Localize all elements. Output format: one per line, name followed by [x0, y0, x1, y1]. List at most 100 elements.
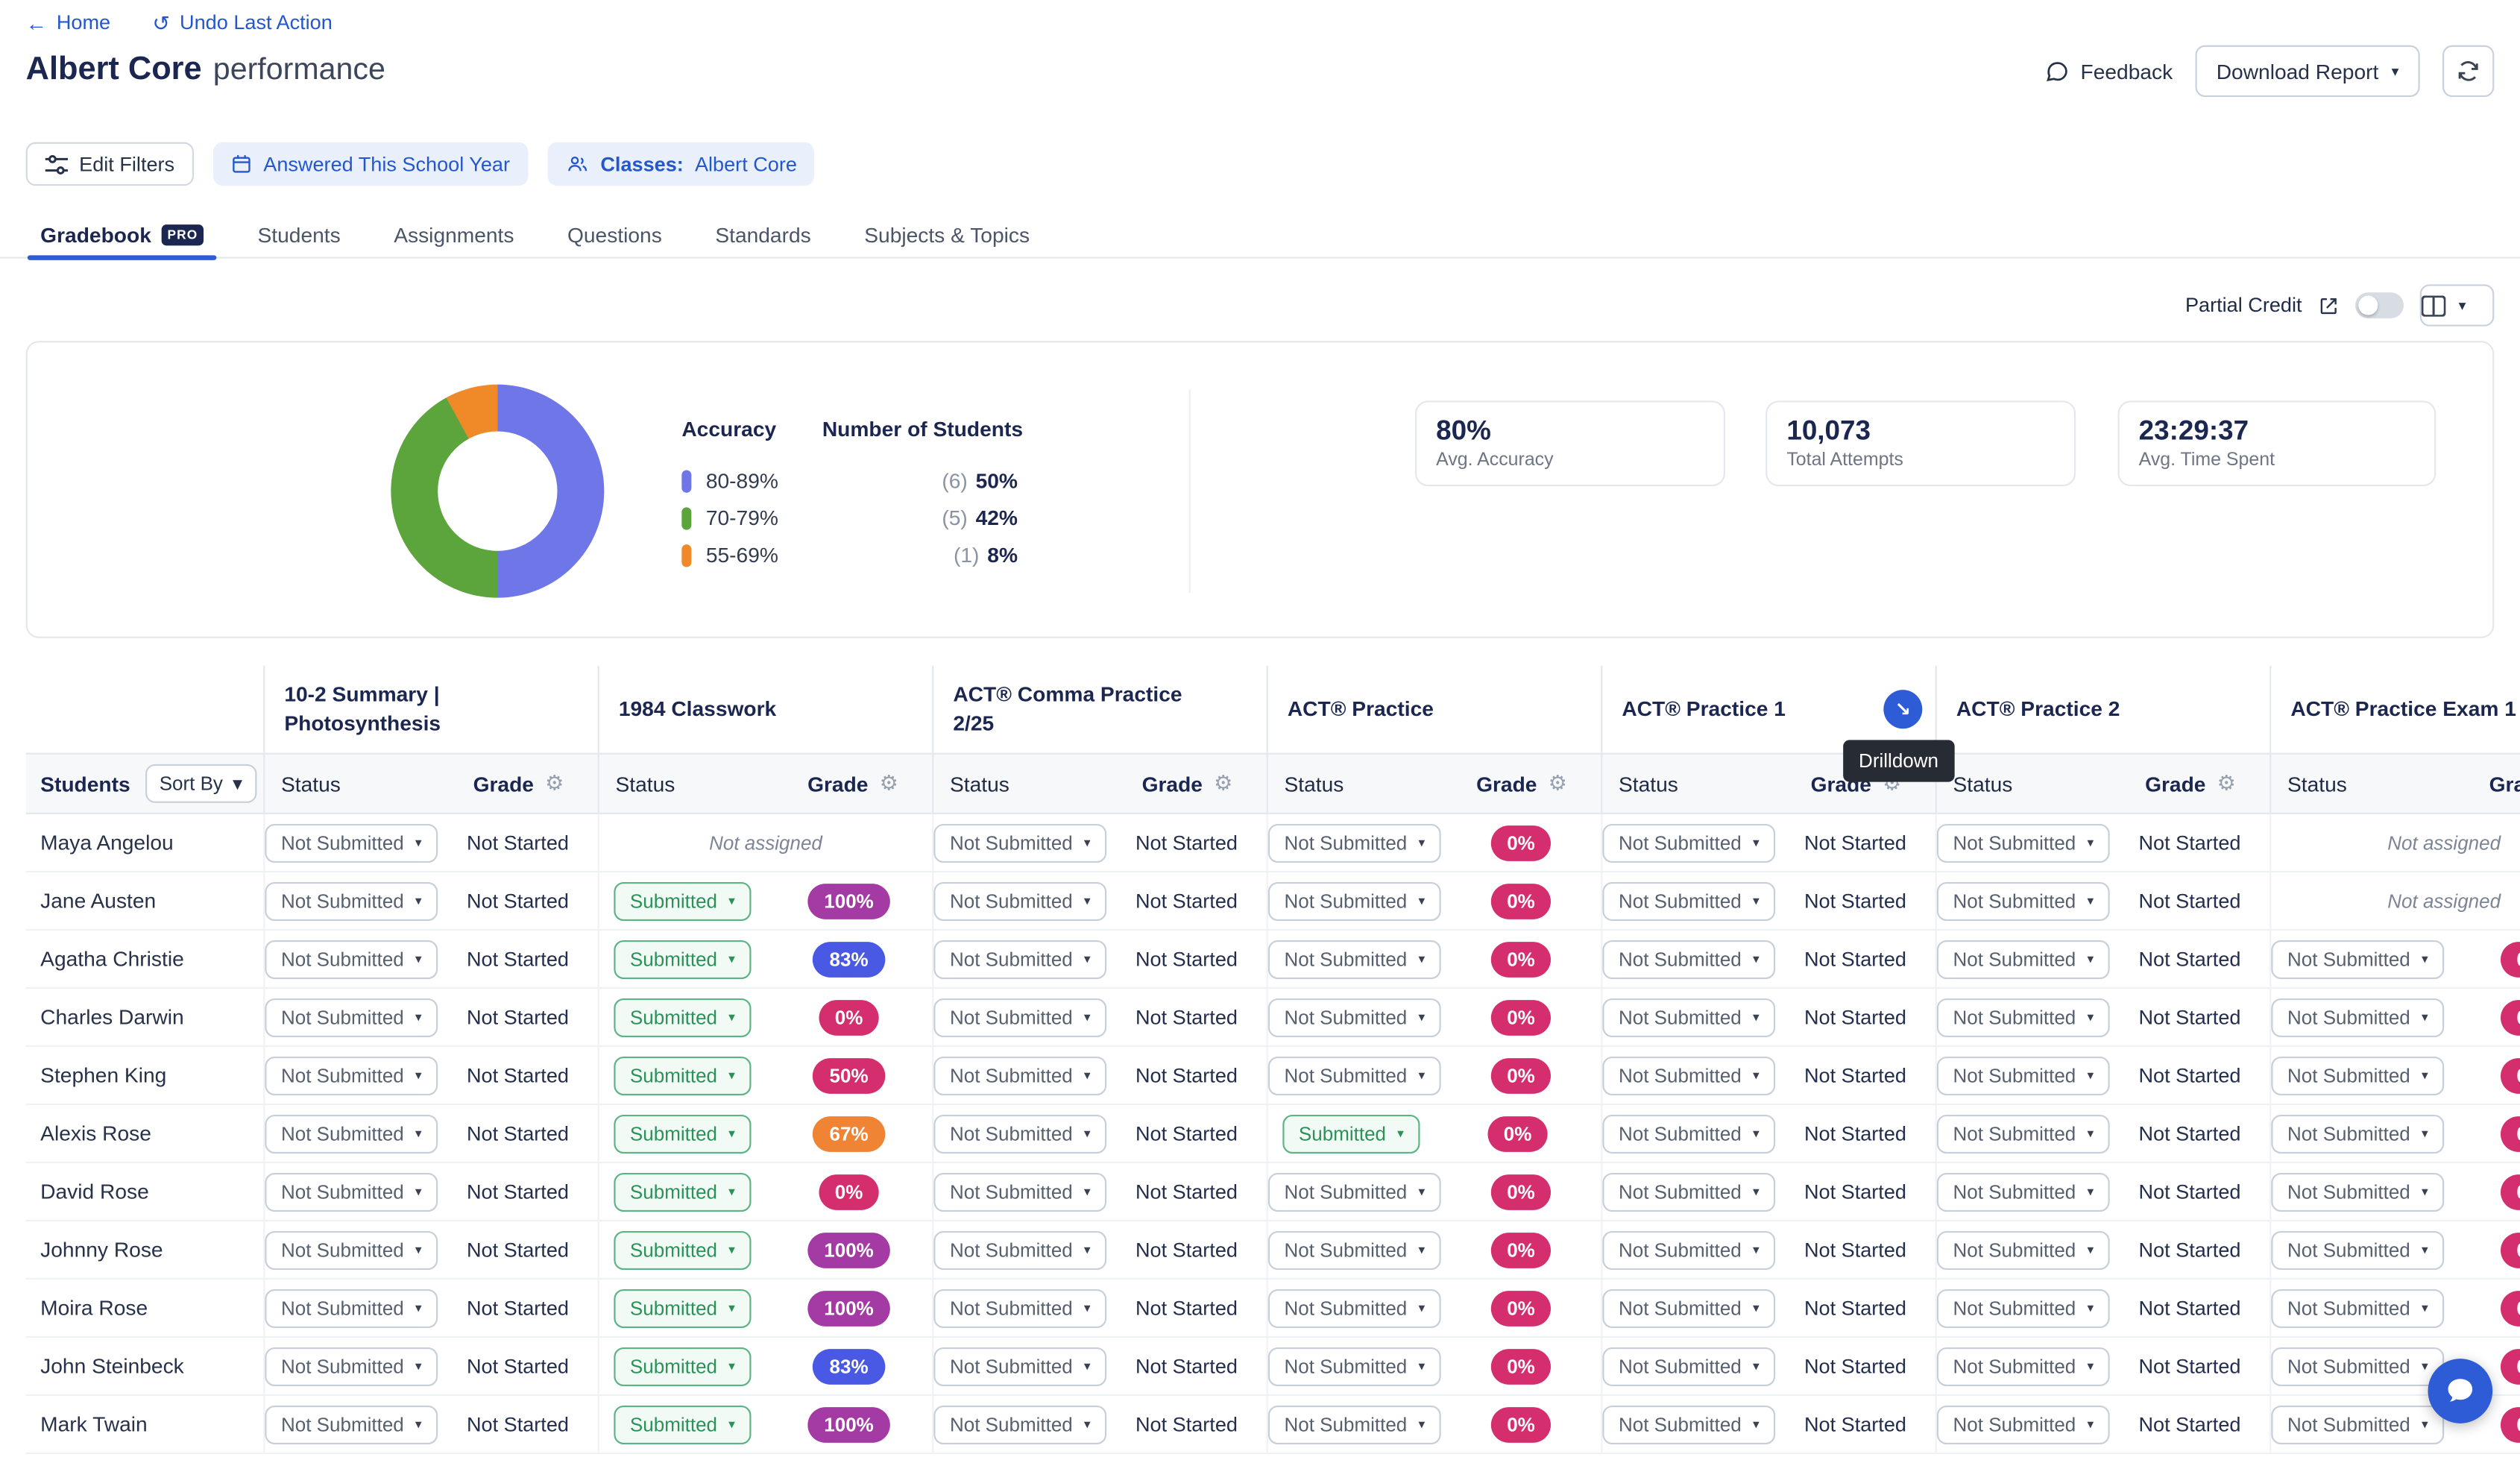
tab-assignments[interactable]: Assignments	[394, 212, 514, 257]
edit-filters-button[interactable]: Edit Filters	[26, 142, 194, 186]
status-dropdown[interactable]: Not Submitted▾	[1602, 1347, 1775, 1385]
status-dropdown[interactable]: Not Submitted▾	[1268, 998, 1441, 1036]
tab-standards[interactable]: Standards	[715, 212, 810, 257]
status-dropdown[interactable]: Not Submitted▾	[933, 1347, 1106, 1385]
status-dropdown[interactable]: Not Submitted▾	[2271, 1056, 2444, 1095]
status-dropdown[interactable]: Not Submitted▾	[265, 1056, 438, 1095]
status-dropdown[interactable]: Not Submitted▾	[1268, 881, 1441, 920]
status-dropdown[interactable]: Not Submitted▾	[933, 998, 1106, 1036]
status-dropdown[interactable]: Not Submitted▾	[1268, 1405, 1441, 1444]
status-dropdown[interactable]: Submitted▾	[614, 940, 751, 978]
status-dropdown[interactable]: Not Submitted▾	[1602, 1056, 1775, 1095]
status-dropdown[interactable]: Not Submitted▾	[933, 1288, 1106, 1327]
gear-icon[interactable]: ⚙	[2217, 771, 2236, 797]
column-settings-button[interactable]: ▾	[2420, 284, 2495, 326]
status-dropdown[interactable]: Not Submitted▾	[1602, 1172, 1775, 1211]
status-dropdown[interactable]: Not Submitted▾	[1937, 1347, 2110, 1385]
partial-credit-toggle[interactable]	[2355, 292, 2404, 318]
status-dropdown[interactable]: Not Submitted▾	[1268, 1347, 1441, 1385]
feedback-button[interactable]: Feedback	[2045, 59, 2173, 84]
status-dropdown[interactable]: Submitted▾	[614, 1114, 751, 1153]
status-dropdown[interactable]: Not Submitted▾	[2271, 1347, 2444, 1385]
status-dropdown[interactable]: Not Submitted▾	[1602, 1114, 1775, 1153]
status-dropdown[interactable]: Not Submitted▾	[1268, 1172, 1441, 1211]
gear-icon[interactable]: ⚙	[1549, 771, 1567, 797]
assignment-cell: Not Submitted▾0%	[1267, 989, 1601, 1045]
status-dropdown[interactable]: Not Submitted▾	[1268, 1230, 1441, 1269]
status-dropdown[interactable]: Not Submitted▾	[265, 1347, 438, 1385]
tab-subjects-topics[interactable]: Subjects & Topics	[864, 212, 1030, 257]
status-dropdown[interactable]: Submitted▾	[614, 1172, 751, 1211]
tab-students[interactable]: Students	[258, 212, 341, 257]
status-dropdown[interactable]: Submitted▾	[614, 1405, 751, 1444]
status-dropdown[interactable]: Not Submitted▾	[265, 1172, 438, 1211]
status-dropdown[interactable]: Not Submitted▾	[933, 1056, 1106, 1095]
status-dropdown[interactable]: Submitted▾	[614, 1056, 751, 1095]
status-dropdown[interactable]: Not Submitted▾	[1268, 940, 1441, 978]
status-dropdown[interactable]: Not Submitted▾	[2271, 1230, 2444, 1269]
status-dropdown[interactable]: Not Submitted▾	[1602, 940, 1775, 978]
status-dropdown[interactable]: Not Submitted▾	[1602, 1405, 1775, 1444]
date-filter-chip[interactable]: Answered This School Year	[213, 142, 528, 186]
status-dropdown[interactable]: Not Submitted▾	[1937, 1288, 2110, 1327]
status-dropdown[interactable]: Not Submitted▾	[265, 998, 438, 1036]
status-dropdown[interactable]: Not Submitted▾	[1937, 1114, 2110, 1153]
status-dropdown[interactable]: Not Submitted▾	[933, 1405, 1106, 1444]
status-dropdown[interactable]: Not Submitted▾	[1937, 881, 2110, 920]
status-dropdown[interactable]: Not Submitted▾	[265, 881, 438, 920]
status-dropdown[interactable]: Not Submitted▾	[1268, 823, 1441, 862]
status-dropdown[interactable]: Not Submitted▾	[1937, 940, 2110, 978]
refresh-button[interactable]	[2442, 45, 2494, 97]
status-dropdown[interactable]: Not Submitted▾	[933, 823, 1106, 862]
status-dropdown[interactable]: Not Submitted▾	[1937, 998, 2110, 1036]
status-dropdown[interactable]: Not Submitted▾	[265, 1230, 438, 1269]
status-dropdown[interactable]: Submitted▾	[1282, 1114, 1420, 1153]
status-dropdown[interactable]: Not Submitted▾	[933, 940, 1106, 978]
tab-gradebook[interactable]: GradebookPRO	[40, 212, 204, 257]
status-dropdown[interactable]: Not Submitted▾	[1602, 1230, 1775, 1269]
status-dropdown[interactable]: Not Submitted▾	[2271, 940, 2444, 978]
status-dropdown[interactable]: Submitted▾	[614, 998, 751, 1036]
status-dropdown[interactable]: Not Submitted▾	[2271, 1172, 2444, 1211]
status-dropdown[interactable]: Not Submitted▾	[265, 823, 438, 862]
download-report-button[interactable]: Download Report ▾	[2196, 45, 2420, 97]
status-dropdown[interactable]: Not Submitted▾	[933, 1230, 1106, 1269]
status-dropdown[interactable]: Submitted▾	[614, 1288, 751, 1327]
status-dropdown[interactable]: Not Submitted▾	[2271, 1405, 2444, 1444]
status-dropdown[interactable]: Not Submitted▾	[1602, 998, 1775, 1036]
status-dropdown[interactable]: Not Submitted▾	[265, 1114, 438, 1153]
classes-filter-chip[interactable]: Classes: Albert Core	[547, 142, 815, 186]
status-dropdown[interactable]: Not Submitted▾	[265, 940, 438, 978]
sort-by-button[interactable]: Sort By▾	[145, 764, 256, 803]
gear-icon[interactable]: ⚙	[545, 771, 564, 797]
status-dropdown[interactable]: Not Submitted▾	[1937, 1405, 2110, 1444]
status-dropdown[interactable]: Submitted▾	[614, 1347, 751, 1385]
status-dropdown[interactable]: Not Submitted▾	[1268, 1056, 1441, 1095]
status-dropdown[interactable]: Not Submitted▾	[1268, 1288, 1441, 1327]
status-dropdown[interactable]: Not Submitted▾	[1602, 823, 1775, 862]
status-dropdown[interactable]: Not Submitted▾	[265, 1288, 438, 1327]
home-link[interactable]: ← Home	[26, 11, 110, 34]
drilldown-button[interactable]: ↘	[1883, 690, 1922, 729]
status-dropdown[interactable]: Not Submitted▾	[265, 1405, 438, 1444]
undo-last-action-link[interactable]: ↺ Undo Last Action	[152, 11, 332, 34]
status-dropdown[interactable]: Not Submitted▾	[933, 881, 1106, 920]
status-dropdown[interactable]: Not Submitted▾	[1937, 1230, 2110, 1269]
status-dropdown[interactable]: Not Submitted▾	[1937, 1056, 2110, 1095]
grade-cell: Not Started	[438, 1006, 597, 1028]
status-dropdown[interactable]: Submitted▾	[614, 881, 751, 920]
status-dropdown[interactable]: Not Submitted▾	[933, 1172, 1106, 1211]
status-dropdown[interactable]: Submitted▾	[614, 1230, 751, 1269]
gear-icon[interactable]: ⚙	[1214, 771, 1232, 797]
gear-icon[interactable]: ⚙	[880, 771, 898, 797]
status-dropdown[interactable]: Not Submitted▾	[2271, 1114, 2444, 1153]
status-dropdown[interactable]: Not Submitted▾	[933, 1114, 1106, 1153]
status-dropdown[interactable]: Not Submitted▾	[1602, 881, 1775, 920]
chat-launcher[interactable]	[2428, 1359, 2493, 1423]
status-dropdown[interactable]: Not Submitted▾	[2271, 1288, 2444, 1327]
status-dropdown[interactable]: Not Submitted▾	[1602, 1288, 1775, 1327]
tab-questions[interactable]: Questions	[567, 212, 662, 257]
status-dropdown[interactable]: Not Submitted▾	[2271, 998, 2444, 1036]
status-dropdown[interactable]: Not Submitted▾	[1937, 823, 2110, 862]
status-dropdown[interactable]: Not Submitted▾	[1937, 1172, 2110, 1211]
